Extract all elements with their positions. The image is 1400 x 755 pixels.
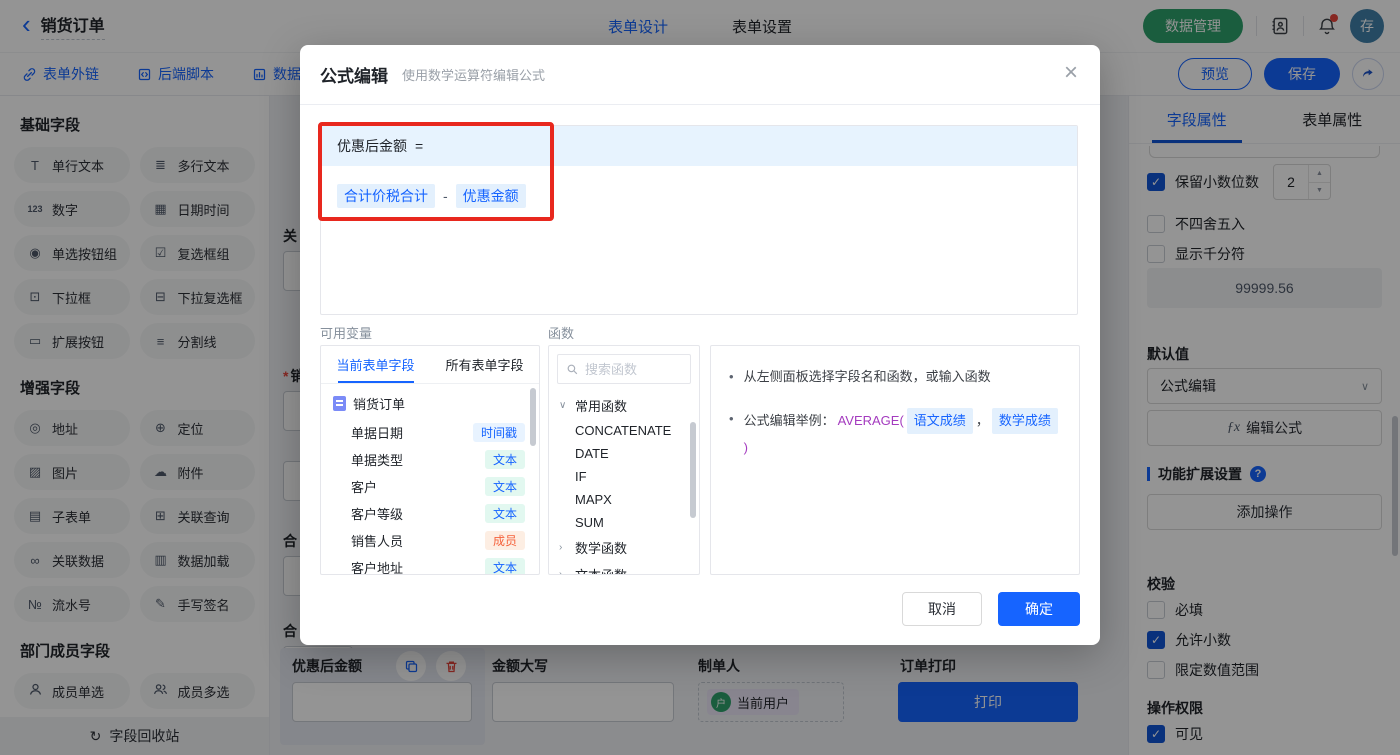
functions-section-label: 函数: [548, 323, 574, 342]
formula-editor[interactable]: 优惠后金额 = 合计价税合计 - 优惠金额: [320, 125, 1078, 315]
variable-name: 销售人员: [351, 531, 403, 550]
form-doc-icon: [333, 396, 346, 411]
confirm-button[interactable]: 确定: [998, 592, 1080, 626]
search-icon: [566, 363, 579, 376]
chevron-right-icon: ›: [559, 569, 569, 575]
variables-root-node[interactable]: 销货订单: [321, 384, 539, 419]
variable-type-badge: 文本: [485, 504, 525, 523]
scrollbar-thumb[interactable]: [690, 422, 696, 518]
function-search-input[interactable]: [585, 362, 675, 377]
cancel-button[interactable]: 取消: [902, 592, 982, 626]
formula-help-panel: • 从左侧面板选择字段名和函数，或输入函数 • 公式编辑举例： AVERAGE(…: [710, 345, 1080, 575]
function-group-text[interactable]: › 文本函数: [549, 561, 699, 575]
function-item[interactable]: MAPX: [549, 488, 699, 511]
function-item[interactable]: DATE: [549, 442, 699, 465]
modal-subtitle: 使用数学运算符编辑公式: [402, 65, 545, 84]
formula-target-row: 优惠后金额 =: [321, 126, 1077, 166]
chevron-right-icon: ›: [559, 542, 569, 553]
bullet-icon: •: [729, 366, 734, 388]
scrollbar-thumb[interactable]: [530, 388, 536, 446]
group-label: 常用函数: [575, 396, 627, 415]
formula-edit-modal: 公式编辑 使用数学运算符编辑公式 × 优惠后金额 = 合计价税合计 - 优惠金额…: [300, 45, 1100, 645]
formula-operator: -: [443, 188, 448, 204]
variable-row[interactable]: 客户等级 文本: [321, 500, 539, 527]
function-item[interactable]: SUM: [549, 511, 699, 534]
function-item[interactable]: IF: [549, 465, 699, 488]
variable-name: 单据类型: [351, 450, 403, 469]
tab-all-form-fields[interactable]: 所有表单字段: [430, 346, 539, 383]
root-node-label: 销货订单: [353, 394, 405, 413]
tip-text: 从左侧面板选择字段名和函数，或输入函数: [744, 366, 991, 388]
variable-row[interactable]: 销售人员 成员: [321, 527, 539, 554]
tab-current-form-fields[interactable]: 当前表单字段: [321, 346, 430, 383]
variable-row[interactable]: 单据日期 时间戳: [321, 419, 539, 446]
functions-panel: ∨ 常用函数 CONCATENATE DATE IF MAPX SUM › 数学…: [548, 345, 700, 575]
variable-type-badge: 时间戳: [473, 423, 525, 442]
formula-operand-chip[interactable]: 合计价税合计: [337, 184, 435, 208]
chevron-down-icon: ∨: [559, 400, 569, 411]
modal-title: 公式编辑: [320, 62, 388, 87]
variable-type-badge: 成员: [485, 531, 525, 550]
variable-row[interactable]: 客户 文本: [321, 473, 539, 500]
variable-name: 客户等级: [351, 504, 403, 523]
example-arg-chip: 数学成绩: [992, 408, 1058, 434]
variables-section-label: 可用变量: [320, 323, 372, 342]
function-item[interactable]: CONCATENATE: [549, 419, 699, 442]
group-label: 数学函数: [575, 538, 627, 557]
formula-equals: =: [415, 138, 423, 154]
variable-row[interactable]: 客户地址 文本: [321, 554, 539, 575]
formula-target: 优惠后金额: [337, 136, 407, 156]
function-search[interactable]: [557, 354, 691, 384]
function-group-common[interactable]: ∨ 常用函数: [549, 392, 699, 419]
variable-type-badge: 文本: [485, 558, 525, 575]
variable-name: 客户地址: [351, 558, 403, 575]
example-arg-chip: 语文成绩: [907, 408, 973, 434]
variable-type-badge: 文本: [485, 450, 525, 469]
variable-name: 单据日期: [351, 423, 403, 442]
bullet-icon: •: [729, 408, 734, 430]
close-icon[interactable]: ×: [1064, 61, 1078, 85]
variables-panel: 当前表单字段 所有表单字段 销货订单 单据日期时间戳 单据类型文本 客户文本 客…: [320, 345, 540, 575]
example-function-name: AVERAGE(: [838, 410, 904, 432]
group-label: 文本函数: [575, 565, 627, 575]
formula-operand-chip[interactable]: 优惠金额: [456, 184, 526, 208]
variable-type-badge: 文本: [485, 477, 525, 496]
variable-name: 客户: [351, 477, 377, 496]
function-group-math[interactable]: › 数学函数: [549, 534, 699, 561]
example-close-paren: ): [744, 437, 748, 459]
variable-row[interactable]: 单据类型 文本: [321, 446, 539, 473]
tip-example: 公式编辑举例： AVERAGE( 语文成绩 ， 数学成绩 ): [744, 408, 1061, 459]
